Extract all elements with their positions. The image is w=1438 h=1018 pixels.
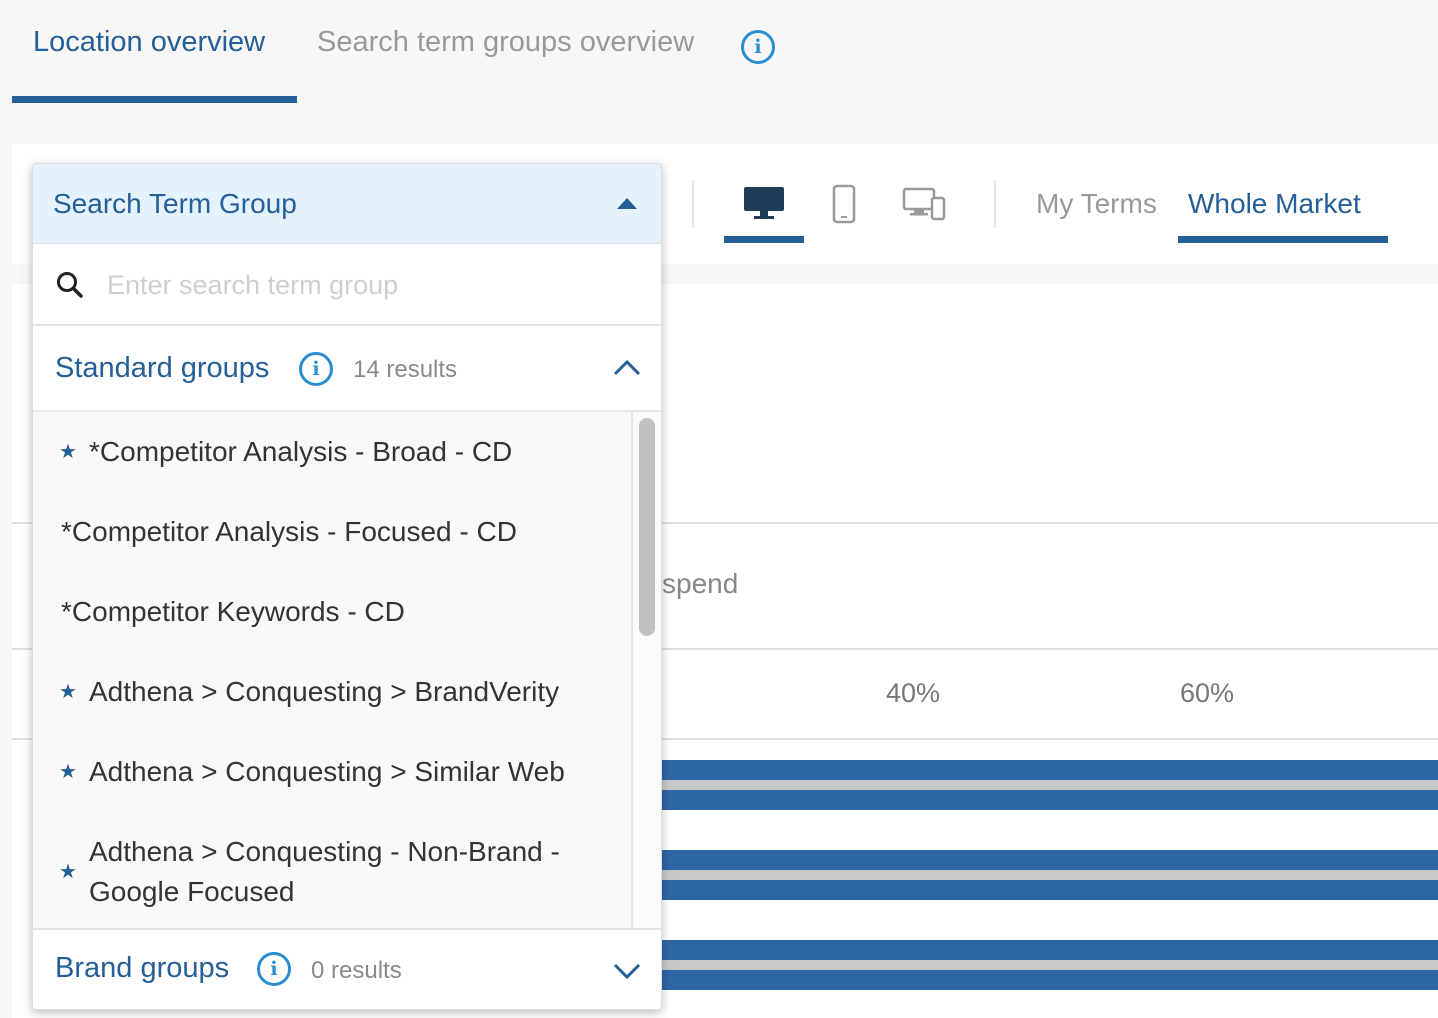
- toolbar-divider: [994, 180, 996, 228]
- standard-groups-list: ★ *Competitor Analysis - Broad - CD *Com…: [33, 410, 661, 930]
- list-item[interactable]: ★ *Competitor Analysis - Broad - CD: [33, 432, 631, 472]
- dropdown-header[interactable]: Search Term Group: [33, 164, 661, 244]
- chevron-down-icon[interactable]: [613, 962, 641, 980]
- chart-bar: [652, 850, 1438, 870]
- star-icon: ★: [59, 761, 77, 783]
- chart-bar: [652, 790, 1438, 810]
- tab-bar: Location overview Search term groups ove…: [0, 0, 1438, 104]
- list-item[interactable]: ★ Adthena > Conquesting > BrandVerity: [33, 672, 631, 712]
- chart-bar: [652, 760, 1438, 780]
- list-item-label: *Competitor Analysis - Focused - CD: [61, 516, 517, 547]
- chart-bar: [652, 970, 1438, 990]
- list-item[interactable]: *Competitor Analysis - Focused - CD: [33, 512, 631, 552]
- chart-bar-secondary: [652, 780, 1438, 790]
- toolbar-divider: [692, 180, 694, 228]
- info-icon[interactable]: i: [299, 352, 333, 386]
- dropdown-title: Search Term Group: [53, 188, 297, 219]
- search-term-group-dropdown: Search Term Group Standard groups i 14 r…: [32, 163, 662, 1010]
- caret-up-icon[interactable]: [617, 198, 637, 209]
- all-devices-icon[interactable]: [902, 186, 946, 227]
- list-item[interactable]: *Competitor Keywords - CD: [33, 592, 631, 632]
- info-icon[interactable]: i: [257, 952, 291, 986]
- my-terms-toggle[interactable]: My Terms: [1036, 188, 1157, 220]
- tab-search-term-groups-overview[interactable]: Search term groups overview: [317, 26, 694, 59]
- search-bar: [33, 244, 661, 326]
- chart-bar: [652, 880, 1438, 900]
- standard-groups-header[interactable]: Standard groups i 14 results: [33, 328, 661, 410]
- tab-location-overview[interactable]: Location overview: [33, 26, 265, 59]
- section-title: Brand groups: [55, 952, 230, 984]
- section-title: Standard groups: [55, 352, 270, 384]
- axis-tick: 40%: [886, 678, 941, 708]
- axis-tick: 60%: [1180, 678, 1235, 708]
- brand-groups-header[interactable]: Brand groups i 0 results: [33, 930, 661, 1009]
- chart-bar-secondary: [652, 870, 1438, 880]
- search-icon: [57, 272, 83, 298]
- star-icon: ★: [59, 861, 77, 883]
- list-item-label: Adthena > Conquesting > BrandVerity: [89, 676, 560, 707]
- mobile-icon[interactable]: [832, 184, 856, 229]
- list-item-label: *Competitor Keywords - CD: [61, 596, 405, 627]
- list-item[interactable]: ★ Adthena > Conquesting > Similar Web: [33, 752, 631, 792]
- star-icon: ★: [59, 681, 77, 703]
- list-item-label: Google Focused: [89, 876, 295, 907]
- whole-market-toggle[interactable]: Whole Market: [1188, 188, 1361, 220]
- scrollbar-thumb[interactable]: [639, 418, 655, 636]
- chevron-up-icon[interactable]: [613, 358, 641, 376]
- result-count: 14 results: [353, 356, 458, 383]
- active-toggle-indicator: [1178, 236, 1388, 243]
- active-tab-indicator: [12, 96, 297, 103]
- result-count: 0 results: [311, 957, 402, 984]
- metric-label: spend: [662, 568, 739, 599]
- list-item-label: *Competitor Analysis - Broad - CD: [89, 436, 513, 467]
- list-item-label: Adthena > Conquesting > Similar Web: [89, 756, 565, 787]
- search-input[interactable]: [107, 266, 627, 304]
- list-item-label: Adthena > Conquesting - Non-Brand -: [89, 836, 560, 867]
- info-icon[interactable]: i: [741, 30, 775, 64]
- star-icon: ★: [59, 441, 77, 463]
- chart-bar: [652, 940, 1438, 960]
- desktop-icon[interactable]: [742, 184, 786, 227]
- active-device-indicator: [724, 236, 804, 243]
- list-item[interactable]: ★ Adthena > Conquesting - Non-Brand - Go…: [33, 832, 631, 912]
- chart-bar-secondary: [652, 960, 1438, 970]
